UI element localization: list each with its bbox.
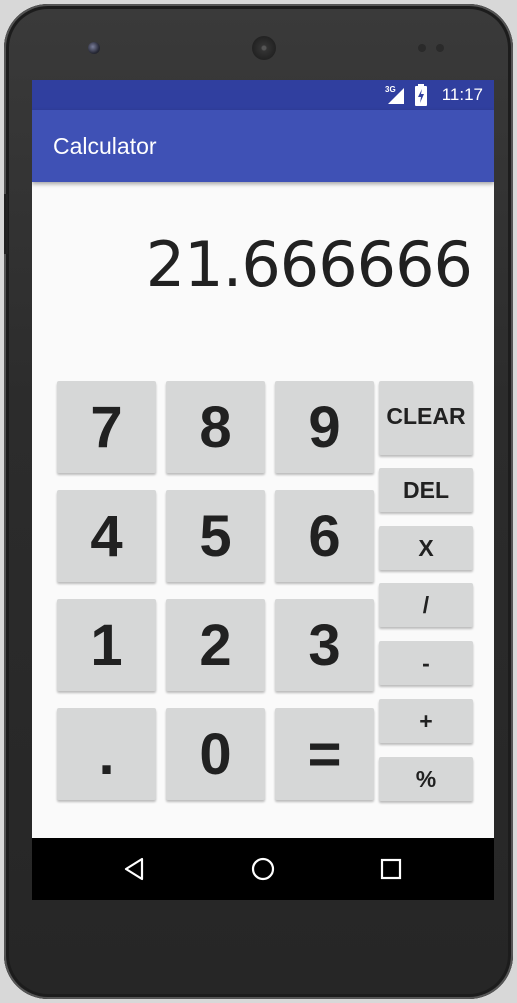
key-2[interactable]: 2	[166, 599, 265, 691]
percent-button[interactable]: %	[379, 757, 473, 801]
status-time: 11:17	[441, 85, 483, 104]
app-title: Calculator	[53, 133, 157, 159]
navigation-bar	[32, 838, 494, 900]
key-0[interactable]: 0	[166, 708, 265, 800]
phone-frame: 3G 11:17 Calculator 21.666666 789 456 123.…	[4, 4, 513, 999]
network-type-label: 3G	[385, 85, 396, 94]
clear-button[interactable]: CLEAR	[379, 381, 473, 455]
home-icon[interactable]	[250, 856, 276, 882]
divide-button[interactable]: /	[379, 583, 473, 627]
side-button	[4, 194, 8, 254]
status-bar: 3G 11:17	[32, 80, 494, 110]
key-9[interactable]: 9	[275, 381, 374, 473]
key-8[interactable]: 8	[166, 381, 265, 473]
key-1[interactable]: 1	[57, 599, 156, 691]
key-decimal[interactable]: .	[57, 708, 156, 800]
delete-button[interactable]: DEL	[379, 468, 473, 512]
key-7[interactable]: 7	[57, 381, 156, 473]
key-3[interactable]: 3	[275, 599, 374, 691]
result-display: 21.666666	[145, 228, 473, 301]
multiply-button[interactable]: X	[379, 526, 473, 570]
light-sensor	[436, 44, 444, 52]
back-icon[interactable]	[122, 856, 148, 882]
subtract-button[interactable]: -	[379, 641, 473, 685]
key-5[interactable]: 5	[166, 490, 265, 582]
key-equals[interactable]: =	[275, 708, 374, 800]
proximity-sensor	[418, 44, 426, 52]
app-bar: Calculator	[32, 110, 494, 182]
key-6[interactable]: 6	[275, 490, 374, 582]
battery-charging-icon	[415, 84, 427, 106]
screen: 3G 11:17 Calculator 21.666666 789 456 123.…	[32, 80, 494, 900]
add-button[interactable]: +	[379, 699, 473, 743]
cell-signal-icon: 3G	[385, 85, 404, 104]
front-camera	[88, 42, 100, 54]
earpiece-speaker	[252, 36, 276, 60]
recents-icon[interactable]	[378, 856, 404, 882]
key-4[interactable]: 4	[57, 490, 156, 582]
